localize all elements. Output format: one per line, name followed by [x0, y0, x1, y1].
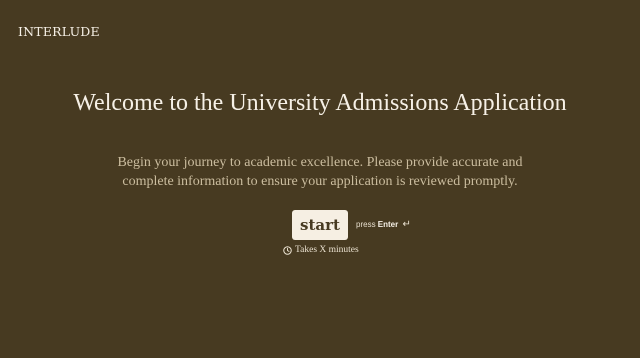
- page-title: Welcome to the University Admissions App…: [73, 90, 567, 116]
- brand-logo: INTERLUDE: [18, 24, 100, 39]
- time-estimate: Takes X minutes: [283, 245, 359, 255]
- keyboard-hint: press Enter ↵: [356, 219, 411, 230]
- start-button[interactable]: start: [292, 210, 348, 240]
- clock-icon: [283, 245, 292, 255]
- page-subtitle: Begin your journey to academic excellenc…: [117, 155, 523, 189]
- press-hint-key: Enter: [377, 220, 399, 229]
- press-hint-prefix: press: [356, 220, 376, 229]
- time-estimate-label: Takes X minutes: [295, 245, 359, 255]
- enter-key-icon: ↵: [402, 219, 411, 230]
